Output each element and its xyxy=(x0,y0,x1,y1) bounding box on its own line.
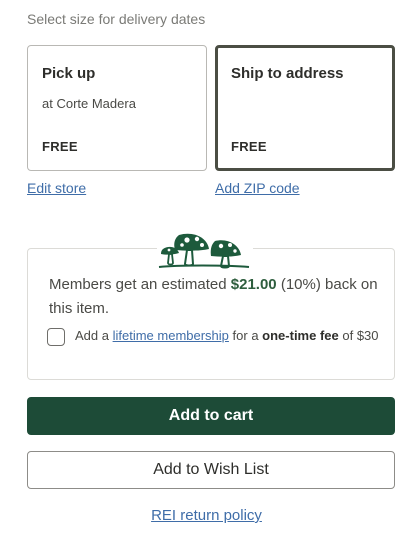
ship-price: FREE xyxy=(231,139,267,154)
pickup-price: FREE xyxy=(42,139,78,154)
pickup-title: Pick up xyxy=(42,65,96,82)
delivery-hint: Select size for delivery dates xyxy=(27,11,206,27)
member-text-before: Members get an estimated xyxy=(49,276,231,293)
add-zip-link[interactable]: Add ZIP code xyxy=(215,180,300,196)
add-to-cart-button[interactable]: Add to cart xyxy=(27,397,395,435)
membership-for-a: for a xyxy=(228,328,263,343)
mushrooms-icon xyxy=(157,229,253,271)
ship-title: Ship to address xyxy=(231,65,344,82)
membership-offer-text: Add a lifetime membership for a one-time… xyxy=(75,327,380,345)
membership-add-prefix: Add a xyxy=(75,328,113,343)
lifetime-membership-link[interactable]: lifetime membership xyxy=(113,328,229,343)
membership-checkbox[interactable] xyxy=(47,328,65,346)
membership-price: of $30 xyxy=(338,328,379,343)
pickup-option[interactable]: Pick up at Corte Madera FREE xyxy=(27,45,207,171)
member-reward-amount: $21.00 xyxy=(230,276,277,293)
add-to-wishlist-button[interactable]: Add to Wish List xyxy=(27,451,395,489)
member-reward-text: Members get an estimated $21.00 (10%) ba… xyxy=(49,273,379,321)
edit-store-link[interactable]: Edit store xyxy=(27,180,86,196)
membership-one-time: one-time fee xyxy=(262,328,339,343)
return-policy-link[interactable]: REI return policy xyxy=(0,507,413,524)
ship-option[interactable]: Ship to address FREE xyxy=(215,45,395,171)
pickup-store: at Corte Madera xyxy=(42,96,136,111)
